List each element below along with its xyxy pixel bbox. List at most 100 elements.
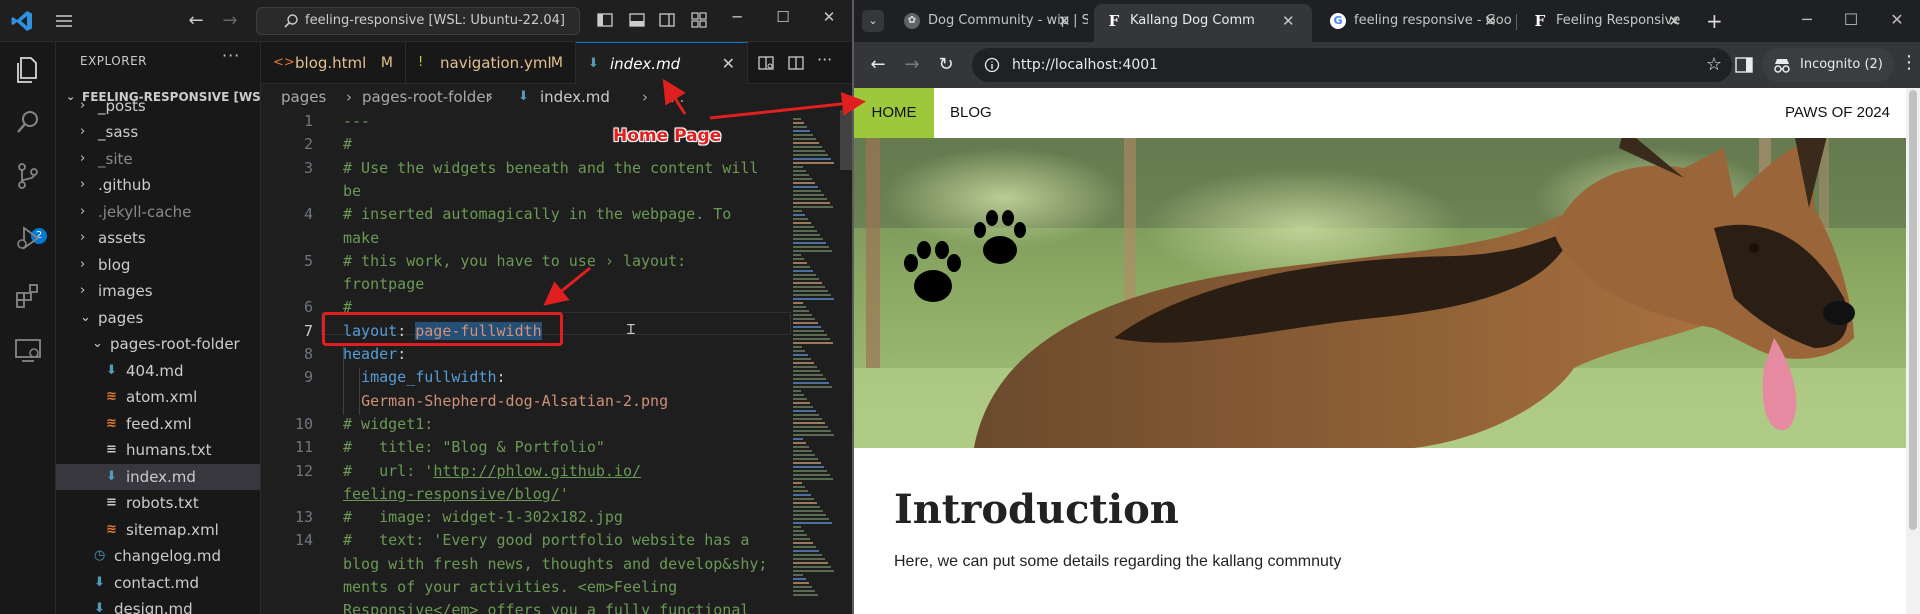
page-scrollbar[interactable] — [1906, 88, 1920, 614]
browser-back-icon[interactable]: ← — [866, 54, 890, 75]
extensions-icon[interactable] — [12, 280, 44, 312]
tree-item[interactable]: › assets — [56, 225, 260, 252]
toggle-primary-sidebar-icon[interactable] — [596, 11, 614, 29]
breadcrumb-segment[interactable]: pages-root-folder — [362, 84, 492, 110]
back-arrow-icon[interactable]: ← — [186, 10, 206, 31]
customize-layout-icon[interactable] — [690, 11, 708, 29]
tree-item[interactable]: › blog — [56, 252, 260, 279]
menu-icon[interactable] — [54, 11, 74, 31]
tree-item[interactable]: ⬇ 404.md — [56, 358, 260, 385]
side-panel-icon[interactable] — [1734, 55, 1754, 75]
more-actions-icon[interactable]: ··· — [222, 46, 240, 65]
chrome-maximize-icon[interactable]: ☐ — [1836, 10, 1866, 29]
remote-explorer-icon[interactable] — [12, 334, 44, 366]
browser-tab[interactable]: Gfeeling responsive - Goo ✕ — [1318, 4, 1514, 42]
close-tab-icon[interactable]: ✕ — [1668, 4, 1681, 38]
tree-item[interactable]: ⬇ index.md — [56, 463, 260, 490]
source-control-icon[interactable] — [12, 160, 44, 192]
code-line[interactable]: image_fullwidth: — [343, 368, 506, 386]
code-line[interactable]: # url: 'http://phlow.github.io/ — [343, 462, 641, 480]
tab-index-md[interactable]: ⬇ index.md ✕ — [576, 42, 748, 84]
explorer-icon[interactable] — [12, 54, 44, 86]
site-info-icon[interactable] — [984, 57, 1000, 73]
tab-navigation-yml[interactable]: ! navigation.yml M — [406, 42, 576, 84]
nav-blog-link[interactable]: BLOG — [950, 88, 992, 138]
new-tab-icon[interactable]: + — [1706, 9, 1723, 33]
maximize-icon[interactable]: ☐ — [768, 8, 798, 26]
code-line[interactable]: # image: widget-1-302x182.jpg — [343, 508, 623, 526]
incognito-indicator[interactable]: Incognito (2) — [1762, 48, 1894, 82]
command-center[interactable]: feeling-responsive [WSL: Ubuntu-22.04] — [256, 7, 580, 35]
close-tab-icon[interactable]: ✕ — [722, 43, 735, 85]
tree-item[interactable]: ◷ changelog.md — [56, 543, 260, 570]
workspace-header[interactable]: ⌄ FEELING-RESPONSIVE [WSL: UBUNTU-22.04] — [56, 86, 260, 108]
tree-item[interactable]: ≋ atom.xml — [56, 384, 260, 411]
code-line[interactable]: # inserted automagically in the webpage.… — [343, 205, 731, 223]
code-line[interactable]: ments of your activities. <em>Feeling — [343, 578, 677, 596]
code-line[interactable]: header: — [343, 345, 406, 363]
tree-item[interactable]: ≋ feed.xml — [56, 411, 260, 438]
chrome-minimize-icon[interactable]: ─ — [1792, 10, 1822, 29]
forward-arrow-icon[interactable]: → — [220, 10, 240, 31]
code-line[interactable]: # Use the widgets beneath and the conten… — [343, 159, 758, 177]
breadcrumb-file[interactable]: index.md — [540, 84, 610, 110]
browser-tab[interactable]: F Feeling Responsive ✕ — [1520, 4, 1698, 42]
minimap[interactable] — [791, 110, 837, 614]
tab-search-icon[interactable]: ⌄ — [862, 10, 884, 32]
close-tab-icon[interactable]: ✕ — [1058, 4, 1071, 38]
tree-item[interactable]: › _site — [56, 146, 260, 173]
code-line[interactable]: Responsive</em> offers you a fully funct… — [343, 601, 749, 614]
browser-tab[interactable]: ✿ Dog Community - wip | S ✕ — [892, 4, 1088, 42]
tree-item[interactable]: ≡ humans.txt — [56, 437, 260, 464]
chrome-menu-icon[interactable]: ⋮ — [1900, 52, 1918, 73]
code-line[interactable]: make — [343, 229, 379, 247]
tree-item[interactable]: ⌄ pages-root-folder — [56, 331, 260, 358]
breadcrumb-segment[interactable]: pages — [281, 84, 326, 110]
tree-item[interactable]: ⬇ contact.md — [56, 570, 260, 597]
bookmark-star-icon[interactable]: ☆ — [1706, 48, 1722, 82]
minimize-icon[interactable]: ─ — [722, 8, 752, 26]
code-line[interactable]: # this work, you have to use › layout: — [343, 252, 686, 270]
tree-item[interactable]: › _sass — [56, 119, 260, 146]
address-bar[interactable]: http://localhost:4001 ☆ — [972, 48, 1732, 82]
code-line[interactable]: --- — [343, 112, 370, 130]
code-line[interactable]: be — [343, 182, 361, 200]
tree-item[interactable]: › _posts — [56, 97, 260, 119]
browser-forward-icon[interactable]: → — [900, 54, 924, 75]
tree-item[interactable]: › .jekyll-cache — [56, 199, 260, 226]
code-line[interactable]: # title: "Blog & Portfolio" — [343, 438, 605, 456]
close-tab-icon[interactable]: ✕ — [1484, 4, 1497, 38]
close-tab-icon[interactable]: ✕ — [1282, 4, 1295, 38]
tree-item[interactable]: ⌄ pages — [56, 305, 260, 332]
editor-scrollbar[interactable] — [840, 110, 852, 170]
tree-item[interactable]: ≋ sitemap.xml — [56, 517, 260, 544]
code-line[interactable]: feeling-responsive/blog/' — [343, 485, 569, 503]
search-view-icon[interactable] — [12, 106, 44, 138]
code-editor[interactable]: 1 --- 2 #3 # Use the widgets beneath and the… — [261, 110, 791, 614]
tree-item[interactable]: › images — [56, 278, 260, 305]
code-line[interactable]: frontpage — [343, 275, 424, 293]
code-line[interactable]: # widget1: — [343, 415, 433, 433]
site-brand[interactable]: PAWS OF 2024 — [1785, 88, 1890, 138]
page-scrollbar-thumb[interactable] — [1909, 90, 1917, 530]
split-editor-icon[interactable] — [787, 54, 805, 72]
chrome-close-icon[interactable]: ✕ — [1882, 10, 1912, 29]
tab-blog-html[interactable]: <> blog.html M — [261, 42, 406, 84]
browser-tab[interactable]: F Kallang Dog Comm ✕ — [1094, 4, 1312, 42]
toggle-secondary-sidebar-icon[interactable] — [658, 11, 676, 29]
nav-home-link[interactable]: HOME — [854, 88, 934, 138]
open-preview-icon[interactable] — [757, 54, 775, 72]
code-line[interactable]: German-Shepherd-dog-Alsatian-2.png — [343, 392, 668, 410]
reload-icon[interactable]: ↻ — [934, 54, 958, 75]
toggle-panel-icon[interactable] — [628, 11, 646, 29]
tree-item[interactable]: › .github — [56, 172, 260, 199]
tree-item[interactable]: ⬇ design.md — [56, 596, 260, 614]
tree-item[interactable]: ≡ robots.txt — [56, 490, 260, 517]
editor-more-icon[interactable]: ··· — [817, 50, 835, 69]
run-debug-icon[interactable] — [12, 222, 44, 254]
code-line[interactable]: blog with fresh news, thoughts and devel… — [343, 555, 767, 573]
code-line[interactable]: # text: 'Every good portfolio website ha… — [343, 531, 749, 549]
code-line[interactable]: # — [343, 135, 352, 153]
close-window-icon[interactable]: ✕ — [814, 8, 844, 26]
breadcrumb-segment[interactable]: ... — [670, 84, 684, 110]
